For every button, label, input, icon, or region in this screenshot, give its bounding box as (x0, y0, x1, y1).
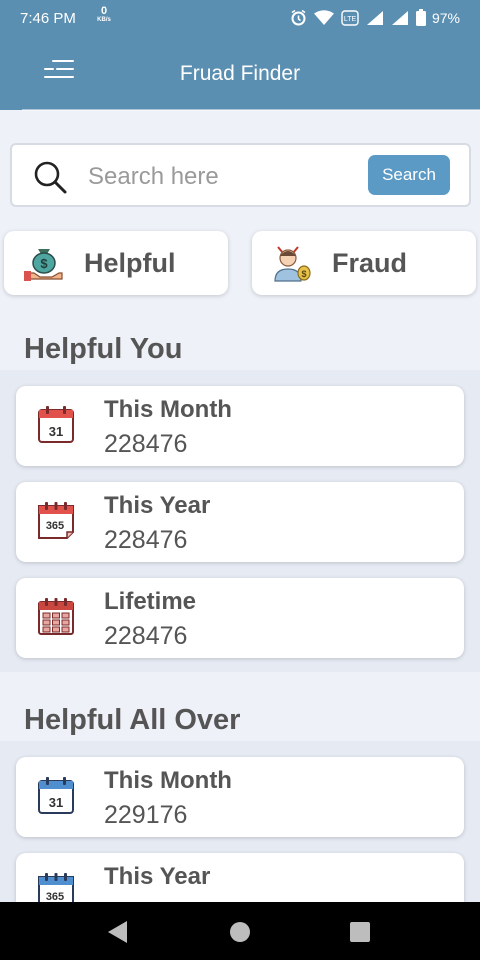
search-input[interactable] (88, 161, 358, 193)
stat-value: 228476 (104, 526, 188, 554)
alarm-icon (290, 9, 307, 31)
status-time: 7:46 PM (20, 10, 76, 27)
section-title-helpful-all-over: Helpful All Over (24, 704, 241, 736)
search-button[interactable]: Search (368, 155, 450, 195)
svg-text:365: 365 (46, 520, 64, 532)
calendar-grid-icon (36, 596, 76, 638)
signal-icon (366, 10, 384, 31)
stat-card-this-year[interactable]: 365 This Year 228476 (16, 482, 464, 562)
back-icon[interactable] (108, 921, 127, 943)
battery-icon (416, 9, 426, 31)
helpful-button[interactable]: $ Helpful (4, 231, 228, 295)
fraud-label: Fraud (332, 248, 408, 278)
money-bag-hand-icon: $ (24, 243, 64, 283)
status-bar: 7:46 PM 0 KB/s LTE 97% (0, 0, 480, 36)
svg-text:$: $ (301, 269, 306, 279)
home-icon[interactable] (230, 922, 250, 942)
stat-card-this-month[interactable]: 31 This Month 229176 (16, 757, 464, 837)
divider (22, 109, 480, 111)
section-title-helpful-you: Helpful You (24, 333, 183, 365)
stat-card-lifetime[interactable]: Lifetime 228476 (16, 578, 464, 658)
navigation-bar (0, 902, 480, 960)
wifi-icon (314, 9, 334, 31)
calendar-365-icon: 365 (36, 500, 76, 542)
app-bar: Fruad Finder (0, 36, 480, 110)
net-speed-unit: KB/s (97, 17, 111, 23)
stat-value: 228476 (104, 430, 188, 458)
fraud-person-icon: $ (272, 243, 312, 283)
volte-icon: LTE (341, 9, 359, 31)
net-speed-indicator: 0 KB/s (92, 6, 116, 24)
battery-percent: 97% (431, 10, 460, 26)
stat-title: This Month (104, 396, 232, 423)
helpful-label: Helpful (84, 248, 176, 278)
calendar-31-icon: 31 (36, 404, 76, 446)
stat-title: This Month (104, 767, 232, 794)
stat-title: This Year (104, 863, 211, 890)
recent-apps-icon[interactable] (350, 922, 370, 942)
calendar-31-icon: 31 (36, 775, 76, 817)
app-title: Fruad Finder (179, 62, 301, 85)
fraud-button[interactable]: $ Fraud (252, 231, 476, 295)
stat-title: Lifetime (104, 588, 197, 615)
svg-text:LTE: LTE (344, 16, 357, 23)
stat-card-this-month[interactable]: 31 This Month 228476 (16, 386, 464, 466)
stat-value: 228476 (104, 622, 188, 650)
svg-text:31: 31 (49, 424, 63, 439)
search-bar: Search (10, 143, 471, 207)
stat-title: This Year (104, 492, 211, 519)
svg-text:$: $ (40, 256, 48, 271)
signal-icon (391, 10, 409, 31)
search-icon[interactable] (32, 159, 68, 195)
svg-text:31: 31 (49, 795, 63, 810)
stat-value: 229176 (104, 801, 188, 829)
